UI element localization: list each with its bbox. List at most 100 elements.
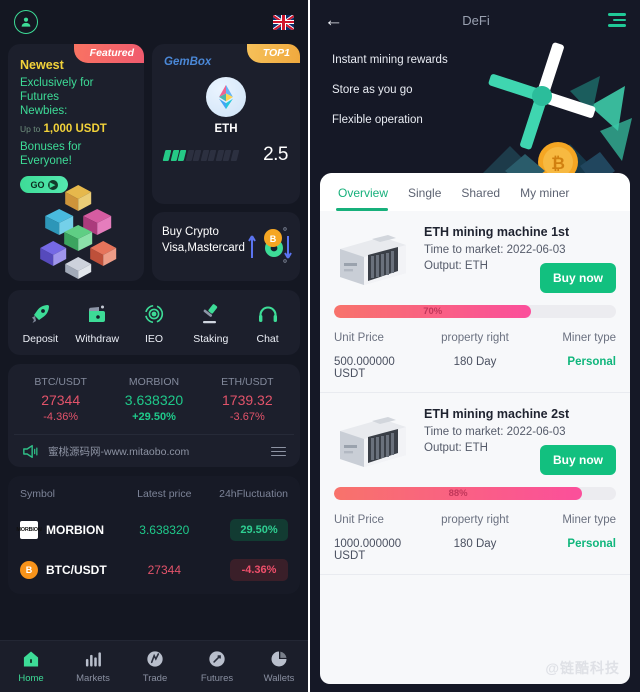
ticker-row: BTC/USDT 27344 -4.36% MORBION 3.638320 +… (14, 376, 294, 423)
home-icon (23, 651, 39, 667)
ticker-summary-card: BTC/USDT 27344 -4.36% MORBION 3.638320 +… (8, 364, 300, 467)
market-row-change: 29.50% (230, 519, 289, 541)
list-icon[interactable] (271, 446, 286, 457)
dual-screenshot-container: Featured Newest Exclusively for Futures … (0, 0, 640, 692)
market-row-symbol: BTC/USDT (46, 563, 107, 577)
col-header-unit-price: Unit Price (334, 514, 384, 526)
tab-shared[interactable]: Shared (451, 183, 510, 211)
svg-text:₿: ₿ (551, 154, 565, 173)
page-title: DeFi (462, 12, 490, 28)
table-row[interactable]: B BTC/USDT 27344 -4.36% (18, 550, 290, 590)
asic-miner-photo (340, 417, 406, 467)
tab-single[interactable]: Single (398, 183, 451, 211)
ticker-symbol: ETH/USDT (221, 376, 274, 388)
gembox-card[interactable]: TOP1 GemBox ETH 2.5 (152, 44, 300, 204)
miner-time-label: Time to market: (424, 244, 504, 256)
uk-flag-icon[interactable] (273, 14, 294, 30)
promo-line-2: Newbies: (20, 105, 68, 117)
left-top-bar (0, 0, 308, 44)
quick-action-withdraw[interactable]: Withdraw (69, 302, 125, 345)
ticker-price: 3.638320 (124, 392, 184, 408)
hamburger-menu-icon[interactable] (606, 13, 626, 27)
tab-my-miner[interactable]: My miner (510, 183, 579, 211)
featured-ribbon-badge: Featured (73, 44, 144, 63)
miner-output-value: ETH (464, 442, 488, 454)
nav-label: Wallets (263, 673, 295, 684)
announcement-bar[interactable]: 蜜桃源码网-www.mitaobo.com (14, 434, 294, 461)
ticker-price: 27344 (41, 392, 81, 408)
value-unit-price: 1000.000000 USDT (334, 538, 402, 562)
bar-chart-icon (85, 652, 101, 667)
miner-progress-fill: 88% (334, 487, 583, 500)
miner-output-label: Output: (424, 442, 462, 454)
miner-column-headers: Unit Price property right Miner type (334, 332, 616, 344)
wallet-icon (89, 305, 106, 322)
market-row-price: 27344 (147, 563, 181, 577)
market-header-symbol: Symbol (20, 488, 56, 500)
miner-time-to-market: Time to market: 2022-06-03 (424, 426, 616, 438)
nav-item-markets[interactable]: Markets (62, 649, 124, 684)
nav-label: Markets (76, 673, 110, 684)
svg-text:B: B (270, 234, 277, 244)
futures-icon (209, 651, 225, 667)
ticker-change: +29.50% (132, 411, 176, 423)
miner-column-values: 1000.000000 USDT 180 Day Personal (334, 538, 616, 562)
promo-banner-row: Featured Newest Exclusively for Futures … (0, 44, 308, 281)
col-header-property-right: property right (441, 514, 509, 526)
buy-now-button[interactable]: Buy now (540, 445, 616, 475)
miner-time-label: Time to market: (424, 426, 504, 438)
gembox-symbol: ETH (214, 123, 238, 135)
announcement-text: 蜜桃源码网-www.mitaobo.com (48, 446, 190, 458)
value-miner-type: Personal (567, 356, 616, 368)
quick-action-chat[interactable]: Chat (240, 302, 296, 345)
quick-action-deposit[interactable]: Deposit (12, 302, 68, 345)
buy-crypto-card[interactable]: Buy Crypto Visa,Mastercard B (152, 212, 300, 281)
market-row-symbol: MORBION (46, 523, 104, 537)
newest-promo-card[interactable]: Featured Newest Exclusively for Futures … (8, 44, 144, 281)
ticker-morbion[interactable]: MORBION 3.638320 +29.50% (107, 376, 200, 423)
watermark: @链酷科技 (545, 660, 620, 676)
ticker-change: -4.36% (43, 411, 79, 423)
trade-icon (147, 651, 163, 667)
ethereum-icon (206, 77, 246, 117)
quick-action-label: IEO (144, 333, 164, 345)
quick-actions-row: Deposit Withdraw IEO Staking Chat (8, 290, 300, 355)
mining-windmill-illustration: ₿ (470, 42, 632, 186)
value-property-right: 180 Day (453, 538, 497, 550)
miner-output-value: ETH (464, 260, 488, 272)
promo-amount-value: 1,000 USDT (43, 123, 107, 135)
ticker-symbol: BTC/USDT (34, 376, 87, 388)
user-avatar-icon[interactable] (14, 10, 38, 34)
right-top-bar: ← DeFi (310, 0, 640, 40)
right-promo-column: TOP1 GemBox ETH 2.5 Buy Crypto Visa,Mast… (152, 44, 300, 281)
ticker-eth[interactable]: ETH/USDT 1739.32 -3.67% (201, 376, 294, 423)
miner-tabs: Overview Single Shared My miner (320, 173, 630, 211)
miner-name: ETH mining machine 2st (424, 407, 570, 421)
ticker-btc[interactable]: BTC/USDT 27344 -4.36% (14, 376, 107, 423)
miner-name: ETH mining machine 1st (424, 225, 570, 239)
market-row-price: 3.638320 (139, 523, 190, 537)
miner-card[interactable]: ETH mining machine 1st Time to market: 2… (320, 211, 630, 393)
table-row[interactable]: MORBION MORBION 3.638320 29.50% (16, 510, 290, 550)
ticker-change: -3.67% (229, 411, 265, 423)
value-property-right: 180 Day (453, 356, 497, 368)
tab-overview[interactable]: Overview (334, 183, 398, 211)
promo-upto-label: Up to (20, 124, 41, 134)
market-header-price: Latest price (137, 488, 192, 500)
back-arrow-icon[interactable]: ← (324, 11, 346, 30)
col-header-property-right: property right (441, 332, 509, 344)
nav-item-trade[interactable]: Trade (124, 649, 186, 684)
quick-action-staking[interactable]: Staking (183, 302, 239, 345)
ticker-price: 1739.32 (222, 392, 273, 408)
promo-amount-row: Up to 1,000 USDT (20, 123, 132, 135)
bitcoin-logo-icon: B (20, 561, 38, 579)
nav-item-home[interactable]: Home (0, 649, 62, 684)
crypto-exchange-icon: B (248, 227, 292, 263)
nav-item-wallets[interactable]: Wallets (248, 649, 308, 684)
nav-item-futures[interactable]: Futures (186, 649, 248, 684)
miner-card[interactable]: ETH mining machine 2st Time to market: 2… (320, 393, 630, 575)
miner-progress-text: 70% (423, 306, 443, 317)
miner-progress-bar: 70% (334, 305, 616, 318)
quick-action-ieo[interactable]: IEO (126, 302, 182, 345)
buy-now-button[interactable]: Buy now (540, 263, 616, 293)
